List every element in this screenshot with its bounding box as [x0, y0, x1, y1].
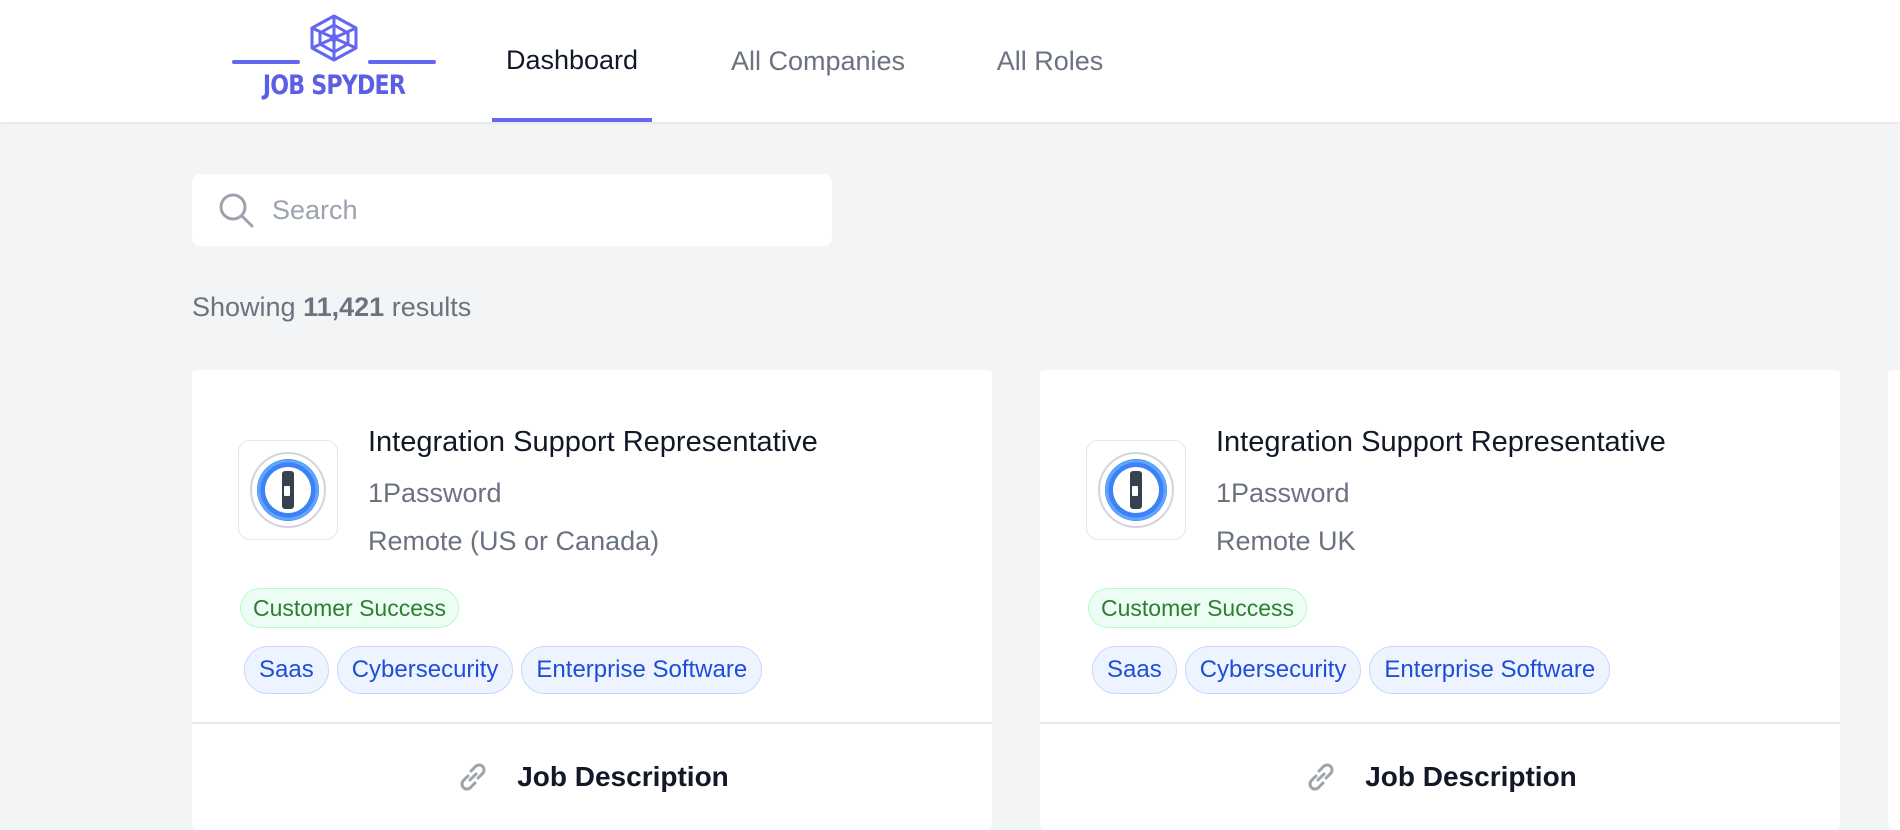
job-title[interactable]: Integration Support Representative [368, 426, 818, 459]
1password-logo [238, 440, 338, 540]
company-name: 1Password [368, 478, 502, 508]
tag-list: Saas Cybersecurity Enterprise Software [1092, 646, 1611, 694]
results-count: 11,421 [303, 292, 385, 322]
job-description-label: Job Description [517, 761, 729, 792]
department-badge: Customer Success [1088, 588, 1308, 628]
job-card[interactable]: Integration Support Representative 1Pass… [192, 370, 992, 830]
job-description-label: Job Description [1365, 761, 1577, 792]
search-icon [219, 193, 254, 228]
company-name: 1Password [1216, 478, 1350, 508]
job-card[interactable]: Integration Support Representative 1Pass… [1040, 370, 1840, 830]
job-card-partial[interactable] [1888, 370, 1900, 830]
logo-line-left [232, 60, 300, 64]
job-location: Remote (US or Canada) [368, 526, 660, 556]
job-description-link[interactable]: Job Description [1040, 722, 1840, 830]
logo-line-right [368, 60, 436, 64]
tab-dashboard[interactable]: Dashboard [492, 0, 652, 122]
job-title[interactable]: Integration Support Representative [1216, 426, 1666, 459]
tag-saas: Saas [244, 646, 329, 694]
department-badge: Customer Success [240, 588, 460, 628]
results-suffix: results [391, 292, 472, 322]
link-icon [1308, 763, 1334, 791]
1password-logo-icon [250, 452, 326, 528]
search-bar[interactable] [192, 174, 832, 246]
1password-logo-icon [1098, 452, 1174, 528]
tab-all-companies[interactable]: All Companies [700, 0, 936, 122]
1password-logo [1086, 440, 1186, 540]
tag-enterprise-software: Enterprise Software [1369, 646, 1611, 694]
results-prefix: Showing [192, 292, 296, 322]
top-navbar: JOB SPYDER Dashboard All Companies All R… [0, 0, 1900, 122]
job-spyder-logo[interactable]: JOB SPYDER [232, 14, 436, 106]
tag-list: Saas Cybersecurity Enterprise Software [244, 646, 763, 694]
spider-web-icon [310, 14, 358, 62]
search-input[interactable] [270, 193, 810, 227]
tag-cybersecurity: Cybersecurity [336, 646, 514, 694]
tag-cybersecurity: Cybersecurity [1184, 646, 1362, 694]
tag-enterprise-software: Enterprise Software [521, 646, 763, 694]
job-location: Remote UK [1216, 526, 1356, 556]
tab-all-roles[interactable]: All Roles [982, 0, 1118, 122]
logo-text: JOB SPYDER [262, 70, 406, 101]
results-summary: Showing 11,421 results [192, 292, 471, 323]
job-description-link[interactable]: Job Description [192, 722, 992, 830]
link-icon [460, 763, 486, 791]
tag-saas: Saas [1092, 646, 1177, 694]
